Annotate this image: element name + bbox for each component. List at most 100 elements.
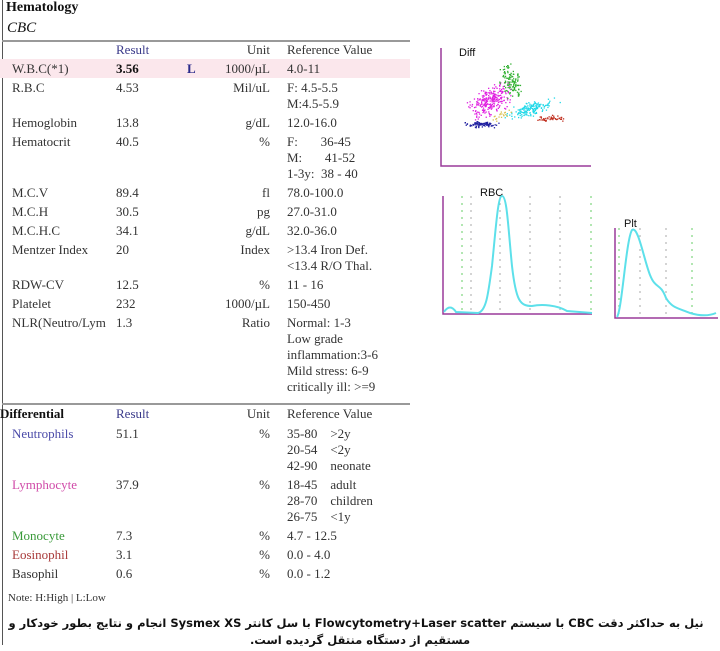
- scatter-dot: [553, 117, 555, 119]
- scatter-dot: [510, 111, 512, 113]
- result-header: Result: [116, 406, 150, 421]
- scatter-dot: [530, 114, 532, 116]
- scatter-dot: [538, 119, 541, 121]
- scatter-dot: [516, 91, 519, 93]
- scatter-dot: [532, 110, 534, 112]
- scatter-dot: [500, 111, 502, 113]
- scatter-dot: [509, 99, 511, 101]
- scatter-dot: [545, 109, 548, 111]
- scatter-dot: [497, 107, 499, 109]
- scatter-dot: [526, 106, 528, 108]
- scatter-dot: [496, 110, 498, 112]
- scatter-dot: [513, 87, 516, 89]
- scatter-dot: [517, 75, 519, 77]
- scatter-dot: [506, 115, 508, 117]
- scatter-dot: [540, 117, 543, 119]
- scatter-dot: [477, 104, 479, 106]
- scatter-dot: [486, 103, 489, 105]
- scatter-dot: [512, 86, 514, 88]
- reference-value: critically ill: >=9: [287, 379, 376, 394]
- table-row: R.B.C 4.53 Mil/uL F: 4.5-5.5 M:4.5-5.9: [0, 78, 410, 113]
- scatter-dot: [491, 93, 493, 95]
- scatter-dot: [506, 77, 508, 79]
- scatter-dot: [548, 105, 550, 107]
- test-unit: %: [259, 566, 270, 581]
- scatter-dot: [495, 86, 497, 88]
- scatter-dot: [489, 122, 491, 124]
- scatter-dot: [501, 96, 503, 98]
- scatter-dot: [494, 90, 496, 93]
- scatter-dot: [515, 78, 517, 80]
- scatter-dot: [510, 63, 512, 65]
- scatter-dot: [489, 100, 491, 102]
- scatter-dot: [526, 112, 528, 114]
- scatter-dot: [481, 100, 483, 102]
- scatter-dot: [496, 97, 498, 99]
- scatter-dot: [478, 126, 480, 128]
- scatter-dot: [517, 95, 519, 97]
- scatter-dot: [499, 101, 501, 103]
- table-row: Monocyte 7.3% 4.7 - 12.5: [0, 526, 410, 545]
- test-result: 89.4: [116, 185, 139, 200]
- cell-type-name: Neutrophils: [12, 426, 74, 441]
- scatter-dot: [517, 114, 519, 116]
- scatter-dot: [517, 109, 519, 111]
- scatter-dot: [517, 73, 519, 75]
- scatter-dot: [513, 88, 516, 91]
- scatter-dot: [484, 109, 486, 111]
- scatter-dot: [538, 104, 540, 106]
- scatter-dot: [506, 66, 508, 68]
- scatter-dot: [510, 84, 512, 86]
- scatter-dot: [524, 105, 527, 107]
- scatter-dot: [532, 108, 534, 110]
- scatter-dot: [481, 103, 483, 105]
- test-result: 4.53: [116, 80, 139, 95]
- scatter-dot: [544, 119, 546, 122]
- scatter-dot: [518, 116, 520, 119]
- scatter-dot: [506, 99, 509, 101]
- scatter-dot: [502, 91, 504, 93]
- test-result: 37.9: [116, 477, 139, 492]
- scatter-dot: [511, 88, 513, 90]
- scatter-dot: [478, 113, 481, 115]
- test-name: M.C.H.C: [12, 223, 61, 238]
- scatter-dot: [502, 69, 505, 71]
- scatter-dot: [500, 116, 503, 118]
- scatter-dot: [489, 115, 491, 117]
- scatter-dot: [511, 115, 513, 117]
- scatter-dot: [561, 116, 563, 119]
- scatter-dot: [520, 111, 522, 113]
- scatter-dot: [499, 81, 501, 83]
- scatter-dot: [504, 117, 506, 119]
- scatter-dot: [517, 79, 519, 81]
- scatter-dot: [512, 95, 514, 97]
- result-header: Result: [116, 42, 150, 57]
- test-result: 12.5: [116, 277, 139, 292]
- scatter-dot: [497, 92, 499, 94]
- scatter-dot: [479, 105, 482, 107]
- reference-value: inflammation:3-6: [287, 347, 378, 362]
- scatter-dot: [491, 104, 493, 106]
- note: Note: H:High | L:Low: [8, 592, 106, 604]
- scatter-dot: [485, 104, 487, 106]
- scatter-dot: [511, 118, 513, 120]
- test-name: NLR(Neutro/Lym: [12, 315, 106, 330]
- scatter-dot: [499, 82, 501, 84]
- scatter-dot: [477, 98, 479, 100]
- scatter-dot: [509, 101, 511, 104]
- scatter-dot: [485, 116, 487, 118]
- scatter-dot: [527, 105, 529, 107]
- scatter-dot: [547, 106, 549, 109]
- scatter-dot: [511, 113, 513, 115]
- scatter-dot: [506, 106, 508, 108]
- scatter-dot: [496, 120, 498, 122]
- scatter-dot: [520, 90, 522, 93]
- scatter-dot: [497, 101, 500, 103]
- table-row: Hemoglobin 13.8 g/dL 12.0-16.0: [0, 113, 410, 132]
- scatter-dot: [514, 116, 516, 118]
- scatter-dot: [498, 116, 500, 118]
- scatter-dot: [487, 92, 489, 94]
- scatter-dot: [468, 106, 470, 108]
- plt-label: Plt: [624, 218, 637, 230]
- scatter-dot: [526, 108, 528, 110]
